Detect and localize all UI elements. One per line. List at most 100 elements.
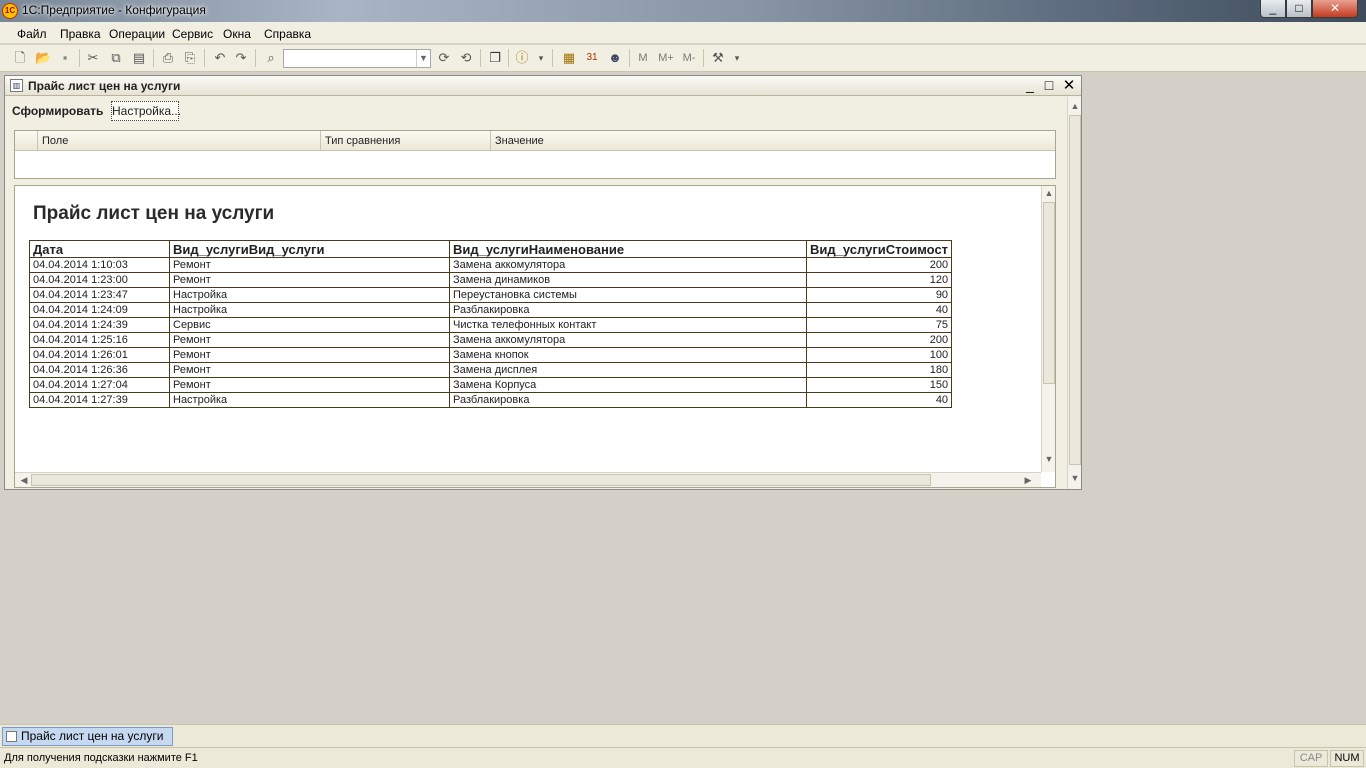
calculator-icon[interactable]: ▦ xyxy=(561,50,577,66)
users-icon[interactable]: ☻ xyxy=(607,50,623,66)
col-header-date: Дата xyxy=(29,240,170,258)
cell-date: 04.04.2014 1:24:09 xyxy=(29,302,170,318)
print-preview-icon[interactable]: ⎘ xyxy=(182,50,198,66)
task-label: Прайс лист цен на услуги xyxy=(21,729,164,743)
cut-icon[interactable]: ✂ xyxy=(85,50,101,66)
cell-type: Ремонт xyxy=(169,377,450,393)
redo-icon[interactable]: ↷ xyxy=(233,50,249,66)
memory-plus-icon[interactable]: M+ xyxy=(656,50,676,66)
find-next-icon[interactable]: ⟳ xyxy=(436,50,452,66)
settings-button[interactable]: Настройка... xyxy=(111,101,181,121)
calendar-icon[interactable]: 31 xyxy=(584,50,600,66)
task-report-window[interactable]: Прайс лист цен на услуги xyxy=(2,727,173,746)
undo-icon[interactable]: ↶ xyxy=(212,50,228,66)
cell-date: 04.04.2014 1:24:39 xyxy=(29,317,170,333)
table-row: 04.04.2014 1:24:39 Сервис Чистка телефон… xyxy=(29,317,953,333)
toolbar-separator xyxy=(508,49,509,67)
find-prev-icon[interactable]: ⟲ xyxy=(458,50,474,66)
cell-type: Настройка xyxy=(169,287,450,303)
table-header-row: Дата Вид_услугиВид_услуги Вид_услугиНаим… xyxy=(29,240,953,258)
chevron-down-icon[interactable]: ▾ xyxy=(729,50,745,66)
cell-name: Замена динамиков xyxy=(449,272,807,288)
cell-cost: 200 xyxy=(805,257,953,273)
menu-help[interactable]: Справка xyxy=(264,27,311,41)
cell-name: Разблакировка xyxy=(449,392,807,408)
maximize-button[interactable]: □ xyxy=(1286,0,1312,18)
search-icon[interactable]: ⌕ xyxy=(263,50,279,66)
scroll-up-icon[interactable]: ▲ xyxy=(1042,186,1056,200)
toolbar: 🗋 📂 ▪ ✂ ⧉ ▤ ⎙ ⎘ ↶ ↷ ⌕ ▼ ⟳ ⟲ ❐ ⓘ ▾ ▦ 31 ☻… xyxy=(0,45,1366,72)
table-row: 04.04.2014 1:10:03 Ремонт Замена аккомул… xyxy=(29,257,953,273)
menu-bar: Файл Правка Операции Сервис Окна Справка xyxy=(0,22,1366,44)
menu-operations[interactable]: Операции xyxy=(109,27,165,41)
menu-service[interactable]: Сервис xyxy=(172,27,213,41)
window-vertical-scrollbar[interactable]: ▲ ▼ xyxy=(1067,97,1081,489)
close-button[interactable]: ✕ xyxy=(1312,0,1358,18)
cell-cost: 40 xyxy=(805,302,953,318)
table-row: 04.04.2014 1:26:01 Ремонт Замена кнопок … xyxy=(29,347,953,363)
cell-type: Ремонт xyxy=(169,362,450,378)
open-folder-icon[interactable]: 📂 xyxy=(35,50,51,66)
filter-col-field[interactable]: Поле xyxy=(37,131,320,151)
status-hint: Для получения подсказки нажмите F1 xyxy=(4,752,198,764)
generate-report-button[interactable]: Сформировать xyxy=(10,101,105,121)
menu-edit[interactable]: Правка xyxy=(60,27,101,41)
print-icon[interactable]: ⎙ xyxy=(160,50,176,66)
cell-type: Настройка xyxy=(169,392,450,408)
cell-type: Ремонт xyxy=(169,332,450,348)
scroll-right-icon[interactable]: ▶ xyxy=(1021,473,1035,487)
tools-icon[interactable]: ⚒ xyxy=(710,50,726,66)
memory-minus-icon[interactable]: M- xyxy=(679,50,699,66)
filter-col-value[interactable]: Значение xyxy=(490,131,1055,151)
filter-table[interactable]: Поле Тип сравнения Значение xyxy=(14,130,1056,179)
scroll-down-icon[interactable]: ▼ xyxy=(1042,452,1056,466)
info-icon[interactable]: ⓘ xyxy=(514,50,530,66)
cell-date: 04.04.2014 1:23:00 xyxy=(29,272,170,288)
cell-cost: 100 xyxy=(805,347,953,363)
report-vertical-scrollbar[interactable]: ▲ ▼ xyxy=(1041,186,1055,472)
menu-windows[interactable]: Окна xyxy=(223,27,251,41)
table-row: 04.04.2014 1:26:36 Ремонт Замена дисплея… xyxy=(29,362,953,378)
cell-name: Замена Корпуса xyxy=(449,377,807,393)
toolbar-separator xyxy=(703,49,704,67)
report-window-title: Прайс лист цен на услуги xyxy=(28,79,181,93)
cell-cost: 75 xyxy=(805,317,953,333)
cell-date: 04.04.2014 1:10:03 xyxy=(29,257,170,273)
scroll-up-icon[interactable]: ▲ xyxy=(1068,99,1082,113)
chevron-down-icon[interactable]: ▼ xyxy=(416,50,430,67)
child-close-button[interactable]: ✕ xyxy=(1060,77,1078,94)
col-header-service-name: Вид_услугиНаименование xyxy=(449,240,807,258)
cell-name: Замена дисплея xyxy=(449,362,807,378)
filter-table-header: Поле Тип сравнения Значение xyxy=(15,131,1055,151)
new-document-icon[interactable]: 🗋 xyxy=(12,50,28,66)
filter-col-comparison[interactable]: Тип сравнения xyxy=(320,131,490,151)
scroll-thumb[interactable] xyxy=(1043,202,1055,384)
scroll-down-icon[interactable]: ▼ xyxy=(1068,471,1082,485)
minimize-button[interactable]: _ xyxy=(1260,0,1286,18)
scroll-left-icon[interactable]: ◀ xyxy=(17,473,31,487)
menu-file[interactable]: Файл xyxy=(17,27,47,41)
child-minimize-button[interactable]: _ xyxy=(1021,77,1039,94)
windows-icon[interactable]: ❐ xyxy=(487,50,503,66)
child-maximize-button[interactable]: □ xyxy=(1040,77,1058,94)
search-combo[interactable]: ▼ xyxy=(283,49,431,68)
chevron-down-icon[interactable]: ▾ xyxy=(533,50,549,66)
report-horizontal-scrollbar[interactable]: ◀ ▶ xyxy=(15,472,1041,487)
cell-date: 04.04.2014 1:26:01 xyxy=(29,347,170,363)
cell-cost: 150 xyxy=(805,377,953,393)
scroll-thumb[interactable] xyxy=(31,474,931,486)
copy-icon[interactable]: ⧉ xyxy=(108,50,124,66)
table-row: 04.04.2014 1:25:16 Ремонт Замена аккомул… xyxy=(29,332,953,348)
memory-m-icon[interactable]: M xyxy=(636,50,650,66)
report-title: Прайс лист цен на услуги xyxy=(33,203,275,224)
report-area[interactable]: Прайс лист цен на услуги Дата Вид_услуги… xyxy=(14,185,1056,488)
save-icon[interactable]: ▪ xyxy=(57,50,73,66)
col-header-service-type: Вид_услугиВид_услуги xyxy=(169,240,450,258)
paste-icon[interactable]: ▤ xyxy=(131,50,147,66)
cell-cost: 40 xyxy=(805,392,953,408)
cell-type: Сервис xyxy=(169,317,450,333)
app-logo-icon[interactable]: 1C xyxy=(2,3,18,19)
cell-name: Замена кнопок xyxy=(449,347,807,363)
scroll-thumb[interactable] xyxy=(1069,115,1081,465)
report-table: Дата Вид_услугиВид_услуги Вид_услугиНаим… xyxy=(29,240,953,408)
